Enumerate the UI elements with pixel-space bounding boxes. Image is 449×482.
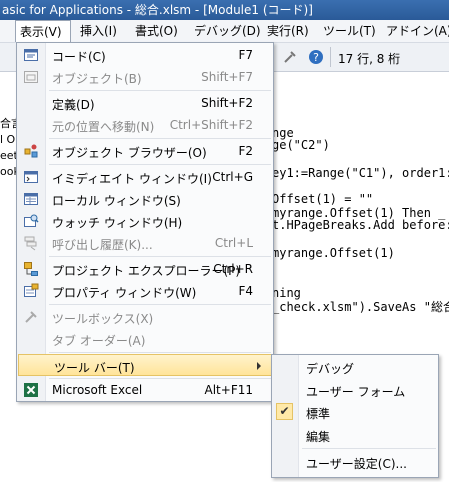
menu-item-shortcut: Ctrl+Shift+F2 (169, 118, 253, 132)
watch-window-icon (24, 214, 39, 227)
menu-bar: 表示(V) 挿入(I) 書式(O) デバッグ(D) 実行(R) ツール(T) ア… (0, 20, 449, 43)
menu-item-label: ツールボックス(X) (52, 312, 154, 326)
menu-debug[interactable]: デバッグ(D) (194, 20, 261, 42)
call-stack-icon (24, 236, 37, 251)
menu-item-code[interactable]: コード(C) F7 (17, 44, 273, 66)
menu-item-shortcut: Shift+F7 (201, 70, 253, 84)
toolbar-separator (330, 47, 331, 67)
menu-item-object-browser[interactable]: オブジェクト ブラウザー(O) F2 (17, 140, 273, 162)
window-title: asic for Applications - 総合.xlsm - [Modul… (2, 3, 313, 17)
code-window-icon (24, 49, 38, 61)
code-line: ge("C2") (272, 138, 330, 152)
menu-view[interactable]: 表示(V) (15, 20, 71, 42)
menu-item-properties[interactable]: プロパティ ウィンドウ(W) F4 (17, 280, 273, 302)
svg-text:?: ? (313, 51, 319, 64)
locals-window-icon (24, 193, 38, 205)
menu-item-microsoft-excel[interactable]: Microsoft Excel Alt+F11 (17, 379, 273, 401)
menu-item-tab-order[interactable]: タブ オーダー(A) (17, 328, 273, 350)
menu-item-shortcut: Shift+F2 (201, 96, 253, 110)
object-browser-icon (24, 144, 38, 158)
menu-insert[interactable]: 挿入(I) (80, 20, 117, 42)
menu-item-label: ツール バー(T) (54, 361, 135, 375)
menu-item-call-stack[interactable]: 呼び出し履歴(K)... Ctrl+L (17, 232, 273, 254)
toolbox-icon (25, 311, 37, 323)
project-explorer-icon (24, 262, 38, 276)
toolbars-submenu: デバッグ ユーザー フォーム ✔ 標準 編集 ユーザー設定(C)... (271, 354, 439, 478)
properties-window-icon (24, 283, 39, 297)
menu-item-shortcut: Alt+F11 (204, 383, 253, 397)
submenu-item-userform[interactable]: ユーザー フォーム (272, 379, 438, 401)
submenu-arrow-icon (257, 362, 261, 370)
code-line: Offset(1) = "" (272, 192, 374, 206)
excel-icon (24, 383, 38, 397)
menu-item-toolbox[interactable]: ツールボックス(X) (17, 306, 273, 328)
menu-item-label: プロパティ ウィンドウ(W) (52, 286, 197, 300)
submenu-item-customize[interactable]: ユーザー設定(C)... (272, 451, 438, 473)
menu-item-label: プロジェクト エクスプローラー(P) (52, 264, 241, 278)
menu-item-label: コード(C) (52, 50, 106, 64)
menu-item-label: オブジェクト ブラウザー(O) (52, 146, 207, 160)
menu-item-locals[interactable]: ローカル ウィンドウ(S) (17, 188, 273, 210)
menu-tools[interactable]: ツール(T) (323, 20, 376, 42)
menu-item-label: ローカル ウィンドウ(S) (52, 194, 181, 208)
menu-separator (49, 352, 271, 353)
menu-item-definition[interactable]: 定義(D) Shift+F2 (17, 92, 273, 114)
menu-item-label: イミディエイト ウィンドウ(I) (52, 172, 212, 186)
menu-separator (49, 256, 271, 257)
menu-separator (49, 138, 271, 139)
menu-separator (302, 448, 436, 449)
menu-item-last-position[interactable]: 元の位置へ移動(N) Ctrl+Shift+F2 (17, 114, 273, 136)
menu-format[interactable]: 書式(O) (135, 20, 178, 42)
object-window-icon (24, 71, 38, 83)
menu-item-toolbars[interactable]: ツール バー(T) (18, 354, 272, 376)
menu-separator (49, 90, 271, 91)
submenu-item-edit[interactable]: 編集 (272, 424, 438, 446)
submenu-item-label: ユーザー設定(C)... (306, 457, 407, 471)
menu-item-shortcut: F2 (238, 144, 253, 158)
menu-item-watch[interactable]: ウォッチ ウィンドウ(H) (17, 210, 273, 232)
immediate-window-icon (24, 171, 38, 183)
menu-addins[interactable]: アドイン(A) (386, 20, 449, 42)
menu-item-shortcut: F4 (238, 284, 253, 298)
view-menu: コード(C) F7 オブジェクト(B) Shift+F7 定義(D) Shift… (16, 42, 274, 402)
code-line: myrange.Offset(1) (272, 246, 395, 260)
project-item[interactable]: ook (0, 164, 17, 180)
menu-run[interactable]: 実行(R) (267, 20, 309, 42)
submenu-item-label: デバッグ (306, 362, 355, 376)
submenu-item-label: 標準 (306, 407, 331, 421)
menu-item-shortcut: Ctrl+G (212, 170, 253, 184)
menu-item-label: Microsoft Excel (52, 383, 143, 397)
code-line: ey1:=Range("C1"), order1: (272, 166, 449, 180)
checkmark-icon: ✔ (276, 403, 293, 420)
menu-item-shortcut: F7 (238, 48, 253, 62)
menu-item-label: 元の位置へ移動(N) (52, 120, 155, 134)
tools-icon[interactable] (282, 49, 298, 65)
project-item[interactable]: eet (0, 148, 17, 164)
menu-item-label: 呼び出し履歴(K)... (52, 238, 153, 252)
menu-item-label: ウォッチ ウィンドウ(H) (52, 216, 183, 230)
project-item[interactable]: l O (0, 132, 17, 148)
cursor-position: 17 行, 8 桁 (338, 52, 401, 66)
code-line: _check.xlsm").SaveAs "総合 (272, 300, 449, 314)
menu-item-label: タブ オーダー(A) (52, 334, 146, 348)
menu-separator (49, 304, 271, 305)
project-item[interactable]: 合言 (0, 116, 17, 132)
submenu-item-label: ユーザー フォーム (306, 385, 406, 399)
menu-item-label: オブジェクト(B) (52, 72, 142, 86)
menu-item-object[interactable]: オブジェクト(B) Shift+F7 (17, 66, 273, 88)
menu-separator (49, 164, 271, 165)
menu-item-project-explorer[interactable]: プロジェクト エクスプローラー(P) Ctrl+R (17, 258, 273, 280)
window-titlebar: asic for Applications - 総合.xlsm - [Modul… (0, 0, 449, 20)
menu-item-shortcut: Ctrl+R (213, 262, 253, 276)
submenu-item-label: 編集 (306, 430, 331, 444)
submenu-item-standard[interactable]: ✔ 標準 (272, 401, 438, 423)
help-icon[interactable]: ? (308, 49, 324, 65)
submenu-item-debug[interactable]: デバッグ (272, 356, 438, 378)
menu-item-label: 定義(D) (52, 98, 95, 112)
menu-item-shortcut: Ctrl+L (214, 236, 253, 250)
code-line: t.HPageBreaks.Add before: (272, 218, 449, 232)
menu-item-immediate[interactable]: イミディエイト ウィンドウ(I) Ctrl+G (17, 166, 273, 188)
